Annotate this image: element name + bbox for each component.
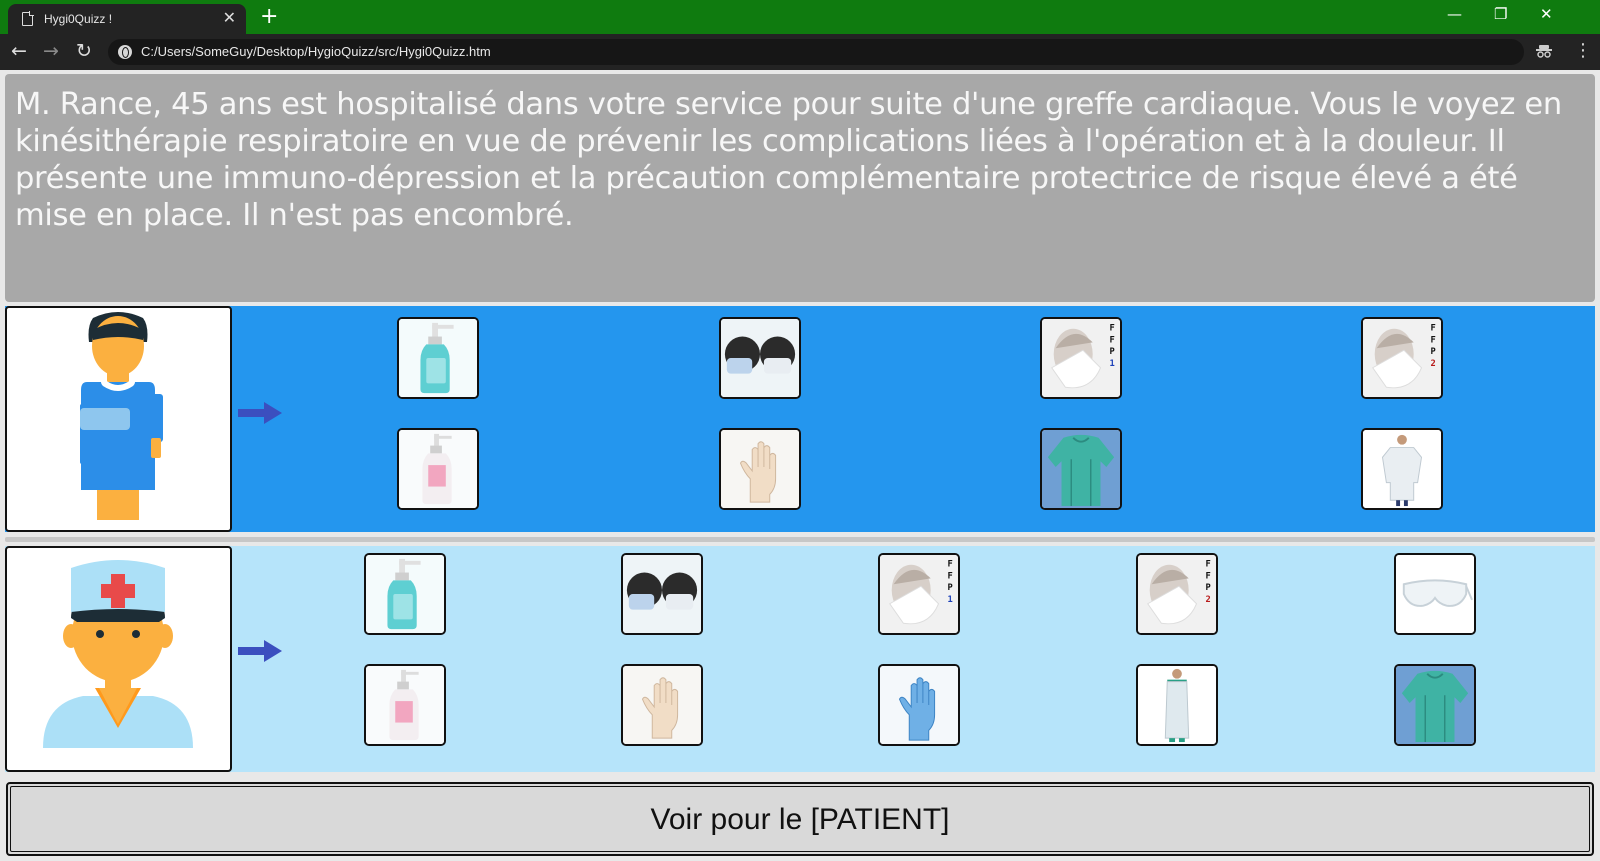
arrow-icon [238,640,282,662]
patient-avatar [5,306,232,532]
equipment-option[interactable] [719,428,801,510]
incognito-icon[interactable] [1536,44,1552,58]
ffp2-mask-icon: F F P 2 [1138,555,1216,633]
patient-icon [80,312,163,520]
professional-avatar [5,546,232,772]
svg-text:P: P [1110,347,1115,357]
soap-bottle-icon [399,430,477,508]
soap-bottle-icon [366,666,444,744]
panel-divider [5,537,1595,542]
equipment-option[interactable] [1394,664,1476,746]
browser-tab[interactable]: Hygi0Quizz ! ✕ [8,4,246,34]
equipment-option[interactable] [621,553,703,635]
equipment-option[interactable] [621,664,703,746]
equipment-option[interactable] [364,553,446,635]
forward-icon[interactable]: → [43,40,59,62]
nurse-icon [43,560,193,748]
browser-tab-strip: Hygi0Quizz ! ✕ + — ❐ ✕ [0,0,1600,34]
svg-text:F: F [1431,324,1436,334]
svg-text:P: P [1206,583,1211,593]
svg-text:P: P [948,583,953,593]
professional-panel: F F P 1 F F P 2 [5,546,1595,772]
address-bar[interactable]: C:/Users/SomeGuy/Desktop/HygioQuizz/src/… [108,39,1524,65]
equipment-option[interactable]: F F P 2 [1361,317,1443,399]
equipment-option[interactable] [1136,664,1218,746]
minimize-icon[interactable]: — [1447,4,1462,24]
equipment-option[interactable] [878,664,960,746]
restore-icon[interactable]: ❐ [1494,4,1507,24]
protective-gown-icon [1396,666,1474,744]
svg-text:2: 2 [1431,359,1436,369]
equipment-option[interactable]: F F P 1 [878,553,960,635]
ffp1-mask-icon: F F P 1 [1042,319,1120,397]
lab-coat-icon [1363,430,1441,508]
equipment-option[interactable] [397,317,479,399]
svg-text:F: F [1206,571,1211,581]
tab-title: Hygi0Quizz ! [44,12,113,26]
reload-icon[interactable]: ↻ [76,40,92,62]
address-toolbar: ← → ↻ C:/Users/SomeGuy/Desktop/HygioQuiz… [0,34,1600,70]
svg-text:F: F [1206,560,1211,570]
arrow-icon [238,402,282,424]
nitrile-glove-icon [880,666,958,744]
equipment-option[interactable] [1040,428,1122,510]
svg-text:F: F [1110,324,1115,334]
glove-icon [721,430,799,508]
equipment-option[interactable]: F F P 1 [1040,317,1122,399]
back-icon[interactable]: ← [11,40,27,62]
new-tab-button[interactable]: + [260,4,278,30]
equipment-option[interactable]: F F P 2 [1136,553,1218,635]
show-patient-button[interactable]: Voir pour le [PATIENT] [6,782,1594,856]
svg-text:F: F [1431,335,1436,345]
svg-text:F: F [1110,335,1115,345]
hand-sanitizer-icon [399,319,477,397]
window-close-icon[interactable]: ✕ [1540,4,1553,24]
surgical-mask-icon [721,319,799,397]
equipment-option[interactable] [1361,428,1443,510]
svg-text:2: 2 [1206,595,1211,605]
url-text: C:/Users/SomeGuy/Desktop/HygioQuizz/src/… [141,44,491,59]
equipment-option[interactable] [719,317,801,399]
equipment-option[interactable] [1394,553,1476,635]
surgical-mask-icon [623,555,701,633]
svg-text:F: F [948,560,953,570]
browser-menu-icon[interactable]: ⋮ [1574,40,1592,62]
svg-text:F: F [948,571,953,581]
plastic-apron-icon [1138,666,1216,744]
patient-panel: F F P 1 F F P 2 [5,306,1595,532]
svg-text:1: 1 [948,595,953,605]
latex-glove-icon [623,666,701,744]
svg-text:1: 1 [1110,359,1115,369]
hand-sanitizer-icon [366,555,444,633]
svg-text:P: P [1431,347,1436,357]
site-info-icon[interactable] [118,45,132,59]
equipment-option[interactable] [397,428,479,510]
protective-gown-icon [1042,430,1120,508]
ffp1-mask-icon: F F P 1 [880,555,958,633]
show-patient-button-label: Voir pour le [PATIENT] [650,803,950,836]
ffp2-mask-icon: F F P 2 [1363,319,1441,397]
question-text: M. Rance, 45 ans est hospitalisé dans vo… [5,74,1595,302]
equipment-option[interactable] [364,664,446,746]
page-icon [22,11,34,26]
close-tab-icon[interactable]: ✕ [223,9,236,27]
safety-glasses-icon [1396,555,1474,633]
